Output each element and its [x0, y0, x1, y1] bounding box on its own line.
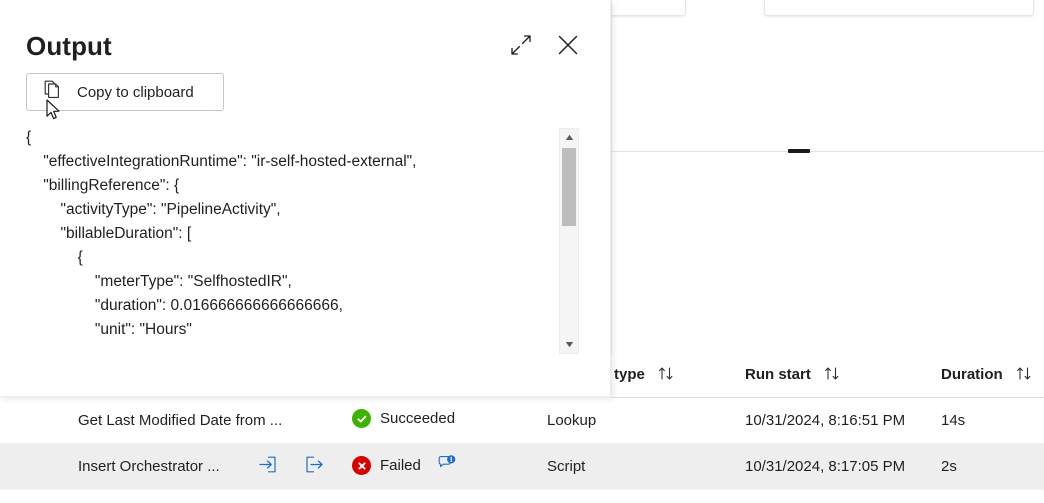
row-duration: 14s [941, 412, 966, 429]
copy-pages-icon [43, 80, 63, 105]
row-run-start: 10/31/2024, 8:16:51 PM [745, 412, 906, 429]
scrollbar-up-arrow[interactable] [560, 129, 578, 146]
row-status: Failed [352, 455, 456, 476]
row-run-start: 10/31/2024, 8:17:05 PM [745, 458, 906, 475]
output-arrow-icon[interactable] [305, 456, 324, 478]
row-activity-type: Script [547, 458, 586, 475]
row-status: Succeeded [352, 409, 455, 428]
copy-to-clipboard-button[interactable]: Copy to clipboard [26, 73, 224, 111]
comment-alert-icon[interactable] [438, 455, 456, 476]
table-row[interactable]: Get Last Modified Date from ... Succeede… [0, 398, 1044, 444]
row-activity-type: Lookup [547, 412, 597, 429]
json-output-viewport[interactable]: { "effectiveIntegrationRuntime": "ir-sel… [26, 126, 556, 354]
input-arrow-icon[interactable] [258, 456, 277, 478]
row-activity-name: Insert Orchestrator ... [78, 458, 220, 475]
sort-updown-icon[interactable] [658, 366, 675, 383]
expand-diagonal-icon[interactable] [506, 30, 536, 60]
pane-horizontal-splitter[interactable] [611, 151, 1044, 152]
row-io-icons [258, 456, 324, 478]
row-duration: 2s [941, 458, 957, 475]
close-icon[interactable] [553, 30, 583, 60]
scrollbar-thumb[interactable] [562, 148, 576, 226]
json-output-text: { "effectiveIntegrationRuntime": "ir-sel… [26, 129, 417, 338]
table-row[interactable]: Insert Orchestrator ... Failed Script 10… [0, 444, 1044, 490]
scrollbar-down-arrow[interactable] [560, 336, 578, 353]
column-header-run-start-label: Run start [745, 366, 811, 383]
splitter-grab-handle[interactable] [788, 149, 810, 153]
top-partial-card-left [604, 0, 686, 16]
top-partial-card-right [764, 0, 1034, 16]
row-activity-name: Get Last Modified Date from ... [78, 412, 283, 429]
json-scrollbar[interactable] [559, 128, 579, 354]
sort-up-icon[interactable] [1016, 366, 1033, 383]
copy-to-clipboard-label: Copy to clipboard [77, 83, 194, 101]
sort-updown-icon[interactable] [824, 366, 841, 383]
output-flyout-panel: Output Copy to clipboard { "effectiveInt… [0, 0, 611, 397]
column-header-activity-type[interactable]: type [614, 366, 675, 383]
status-success-icon [352, 409, 371, 428]
status-error-icon [352, 456, 371, 475]
row-status-label: Succeeded [380, 410, 456, 427]
column-header-run-start[interactable]: Run start [745, 366, 841, 383]
column-header-duration-label: Duration [941, 366, 1003, 383]
page-title: Output [26, 31, 112, 61]
row-status-label: Failed [380, 457, 421, 474]
column-header-activity-type-label: type [614, 366, 645, 383]
column-header-duration[interactable]: Duration [941, 366, 1033, 383]
